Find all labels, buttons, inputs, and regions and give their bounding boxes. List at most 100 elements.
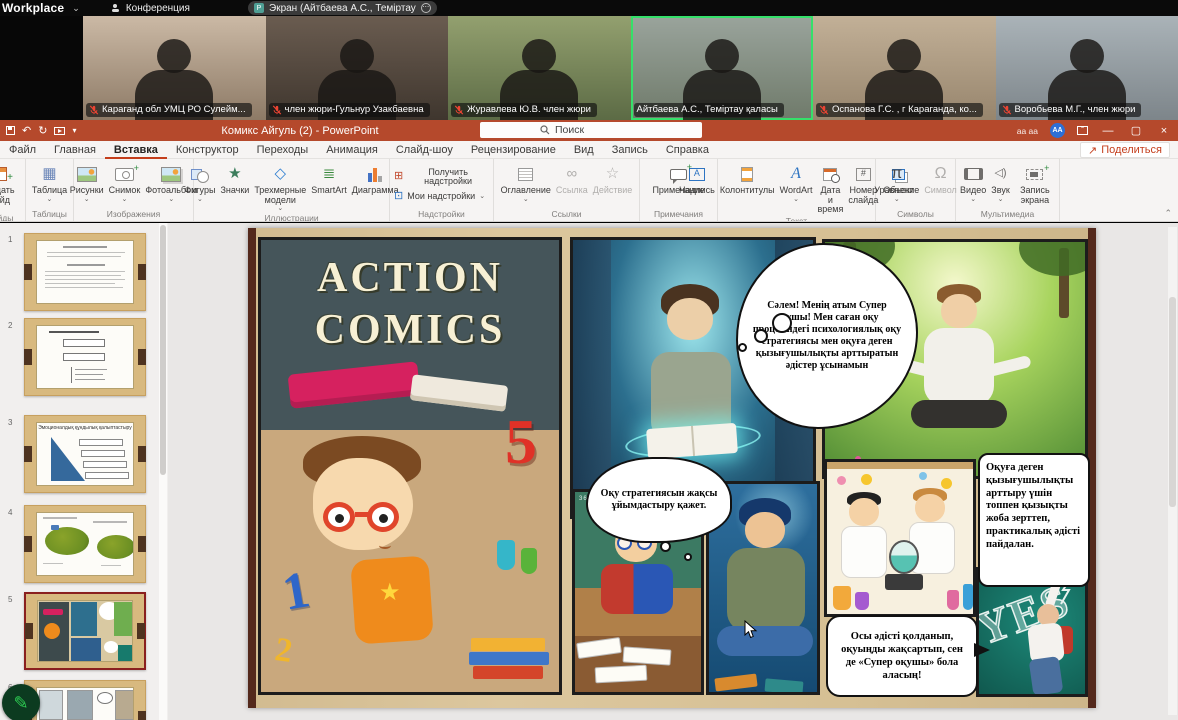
screen-recording-button[interactable]: Запись экрана [1013,161,1057,209]
thumbnail-content [36,240,134,304]
blue-flask [963,584,973,610]
tab-insert[interactable]: Вставка [105,141,167,159]
blue-emoji [919,472,927,480]
chevron-down-icon: ⌄ [84,196,90,203]
chevron-down-icon[interactable]: ⌄ [72,3,80,14]
slide-thumbnail-5-selected[interactable] [24,592,146,670]
screen-share-pill[interactable]: P Экран (Айтбаева А.С., Теміртау ⋯ [248,1,437,15]
participant-video-6[interactable]: Воробьева М.Г., член жюри [996,16,1178,120]
pictures-button[interactable]: Рисунки⌄ [68,161,106,209]
screenshot-button[interactable]: Снимок⌄ [107,161,143,209]
icons-button[interactable]: ★Значки [218,161,251,213]
document-title: Комикс Айгуль (2) - PowerPoint [170,125,430,137]
equation-button[interactable]: πУравнение⌄ [872,161,921,209]
avatar[interactable]: АА [1050,123,1065,138]
workspace: 1 2 [0,223,1178,720]
table-button[interactable]: ▦Таблица⌄ [30,161,69,209]
save-icon[interactable] [6,126,15,135]
slide-thumbnail-6[interactable] [24,680,146,720]
shelf [827,462,973,469]
boy-crossed-legs [911,400,1007,428]
my-addins-button[interactable]: ⊡Мои надстройки⌄ [392,190,487,204]
collapse-ribbon-icon[interactable]: ⌃ [1164,208,1172,219]
boy-shirt [924,328,994,406]
new-slide-icon [0,162,7,186]
ribbon-display-options-icon[interactable]: ⌃ [1077,126,1088,135]
slide-thumbnail-1[interactable] [24,233,146,311]
participant-video-3[interactable]: Журавлева Ю.В. член жюри [448,16,631,120]
tab-animations[interactable]: Анимация [317,141,387,159]
slide-number: 1 [8,235,12,244]
get-addins-button[interactable]: ⊞Получить надстройки [392,167,491,188]
tab-home[interactable]: Главная [45,141,105,159]
annotation-pencil-button[interactable]: ✎ [2,684,40,720]
book [765,678,804,694]
shapes-icon [191,162,209,186]
date-time-button[interactable]: Дата и время [815,161,845,216]
people-icon [112,4,122,12]
video-button[interactable]: Видео⌄ [958,161,988,209]
tab-help[interactable]: Справка [657,141,718,159]
book-stack [469,652,549,665]
tab-design[interactable]: Конструктор [167,141,248,159]
participant-video-strip: Караганд обл УМЦ РО Сулейм... член жюри-… [0,16,1178,120]
chevron-down-icon: ⌄ [894,196,900,203]
caption-box-project[interactable]: Оқуға деген қызығушылықты арттыру үшін т… [978,453,1090,587]
ribbon-group-text: Надпись Колонтитулы WordArt⌄ Дата и врем… [718,159,876,221]
tab-view[interactable]: Вид [565,141,603,159]
tab-file[interactable]: Файл [0,141,45,159]
participant-video-5[interactable]: Оспанова Г.С. , г Караганда, ко... [813,16,996,120]
minimize-button[interactable]: — [1100,125,1116,137]
editor-scrollbar[interactable] [1168,227,1177,715]
tab-slideshow[interactable]: Слайд-шоу [387,141,462,159]
wordart-button[interactable]: WordArt⌄ [778,161,815,216]
flask-stand [885,574,923,590]
presenter-badge: P [254,3,264,13]
participant-video-4-active-speaker[interactable]: Айтбаева А.С., Теміртау қаласы [631,16,814,120]
workspace-label[interactable]: Workplace [2,1,64,15]
conference-menu[interactable]: Конференция [112,3,190,14]
panel-lab-kids[interactable] [824,459,976,617]
slide-number: 4 [8,508,12,517]
slide-thumbnail-3[interactable]: Эмоционалдық құндылық қалыптастыру [24,415,146,493]
qat-customize-icon[interactable]: ▾ [72,126,76,135]
maximize-button[interactable]: ▢ [1128,124,1144,137]
shapes-button[interactable]: Фигуры⌄ [182,161,217,213]
search-input[interactable]: Поиск [480,122,702,138]
new-slide-button[interactable]: Создать слайд⌄ [0,161,23,213]
slideshow-icon[interactable] [54,127,65,135]
silhouette [522,39,556,73]
participant-video-1[interactable]: Караганд обл УМЦ РО Сулейм... [83,16,266,120]
thumbnail-scrollbar[interactable] [159,223,167,720]
comic-collage: ACTION COMICS 5 ★ 1 2 [256,237,1088,700]
smartart-button[interactable]: ≣SmartArt [309,161,349,213]
silhouette [887,39,921,73]
quick-access-toolbar: ↶ ↻ ▾ [6,124,76,137]
undo-icon[interactable]: ↶ [22,124,31,137]
panel-action-comics-cover[interactable]: ACTION COMICS 5 ★ 1 2 [258,237,562,695]
share-icon: ↗ [1088,144,1097,157]
tab-record[interactable]: Запись [603,141,657,159]
redo-icon[interactable]: ↻ [38,124,47,137]
more-options-icon[interactable]: ⋯ [421,3,431,13]
slide-canvas[interactable]: ACTION COMICS 5 ★ 1 2 [248,228,1096,708]
action-star-icon: ☆ [606,162,619,186]
audio-button[interactable]: ◁)Звук⌄ [989,161,1011,209]
toc-button[interactable]: Оглавление⌄ [499,161,553,209]
thought-bubble-strategy[interactable]: Оқу стратегиясын жақсы ұйымдастыру қажет… [586,457,732,543]
header-footer-button[interactable]: Колонтитулы [718,161,777,216]
tab-review[interactable]: Рецензирование [462,141,565,159]
mouse-cursor [744,620,758,640]
3d-cube-icon: ◇ [275,162,287,186]
white-book [410,374,508,412]
slide-thumbnail-4[interactable] [24,505,146,583]
share-button[interactable]: ↗Поделиться [1080,142,1170,158]
close-button[interactable]: × [1156,125,1172,137]
silhouette [157,39,191,73]
speech-bubble-conclusion[interactable]: Осы әдісті қолданып, оқуыңды жақсартып, … [826,615,978,697]
participant-video-2[interactable]: член жюри-Гульнур Узакбаевна [266,16,449,120]
boy-jeans [1029,656,1064,696]
slide-thumbnail-2[interactable] [24,318,146,396]
tab-transitions[interactable]: Переходы [248,141,318,159]
3d-models-button[interactable]: ◇Трехмерные модели⌄ [252,161,308,213]
